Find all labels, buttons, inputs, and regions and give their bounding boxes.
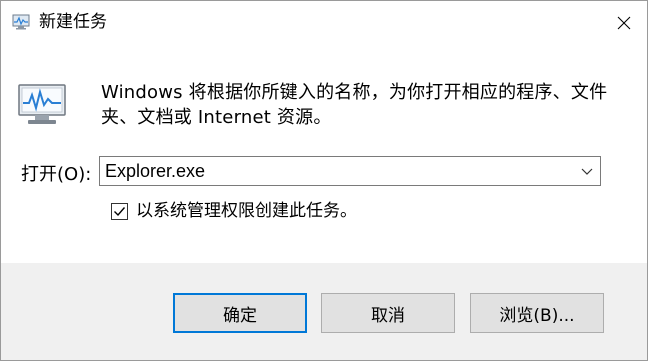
open-combobox-value[interactable]: Explorer.exe	[105, 160, 205, 182]
chevron-down-icon[interactable]	[580, 165, 594, 177]
description-line-1: Windows 将根据你所键入的名称，为你打开相应的程序、文件	[101, 82, 608, 103]
admin-checkbox-label[interactable]: 以系统管理权限创建此任务。	[136, 200, 357, 222]
browse-button[interactable]: 浏览(B)...	[470, 293, 604, 333]
close-button[interactable]	[601, 1, 647, 45]
title-bar[interactable]: 新建任务	[1, 1, 647, 45]
admin-privilege-option[interactable]: 以系统管理权限创建此任务。	[111, 200, 357, 222]
open-combobox[interactable]: Explorer.exe	[99, 156, 601, 186]
cancel-button[interactable]: 取消	[321, 293, 455, 333]
description-line-2: 夹、文档或 Internet 资源。	[101, 107, 332, 128]
admin-checkbox[interactable]	[111, 202, 128, 220]
task-manager-monitor-icon	[18, 84, 66, 124]
ok-button[interactable]: 确定	[173, 293, 307, 333]
task-manager-icon	[12, 14, 30, 30]
dialog-description: Windows 将根据你所键入的名称，为你打开相应的程序、文件 夹、文档或 In…	[101, 80, 621, 130]
open-field-label: 打开(O):	[21, 164, 92, 185]
create-new-task-dialog: 新建任务 Windows 将根据你所键入的名称，为你打开相应的程序、文件 夹、文…	[0, 0, 648, 361]
close-icon	[617, 16, 631, 30]
window-title: 新建任务	[39, 12, 107, 32]
checkmark-icon	[114, 206, 126, 216]
